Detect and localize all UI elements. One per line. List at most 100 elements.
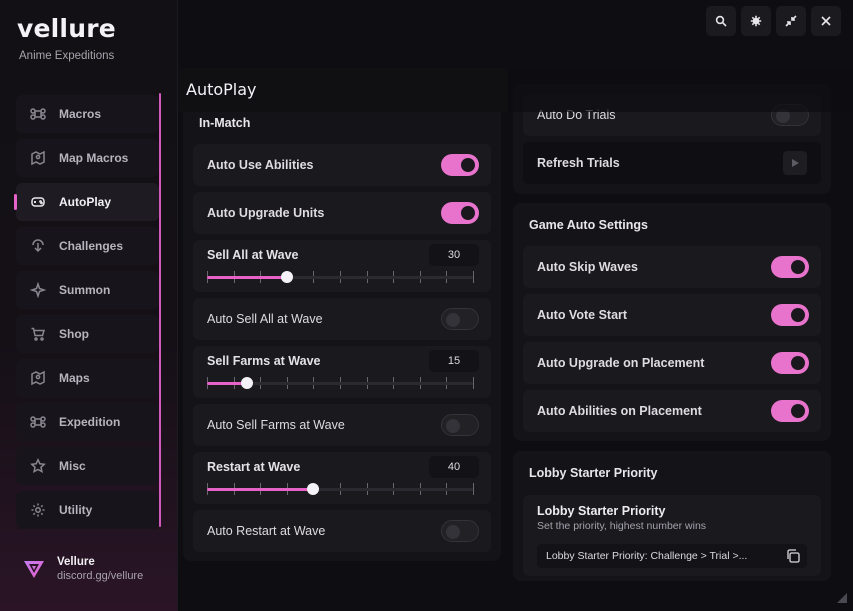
auto-abilities-on-placement-toggle[interactable] (771, 400, 809, 422)
auto-sell-all-at-wave-row[interactable]: Auto Sell All at Wave (193, 298, 491, 340)
slider-thumb[interactable] (240, 377, 253, 389)
restart-at-wave-slider[interactable] (207, 483, 473, 495)
auto-skip-waves-toggle[interactable] (771, 256, 809, 278)
restart-at-wave-row: Restart at Wave 40 (193, 452, 491, 504)
sidebar-item-expedition[interactable]: Expedition (16, 403, 159, 441)
toggle-knob (446, 525, 460, 539)
auto-sell-farms-at-wave-label: Auto Sell Farms at Wave (207, 418, 345, 432)
auto-upgrade-on-placement-row[interactable]: Auto Upgrade on Placement (523, 342, 821, 384)
sparkle-icon (29, 282, 46, 299)
sidebar-item-macros[interactable]: Macros (16, 95, 159, 133)
map-pin-icon (29, 150, 46, 167)
slider-fill (207, 276, 287, 279)
sidebar-item-autoplay[interactable]: AutoPlay (14, 183, 159, 221)
slider-thumb[interactable] (280, 271, 293, 283)
auto-vote-start-row[interactable]: Auto Vote Start (523, 294, 821, 336)
copy-icon[interactable] (785, 548, 801, 564)
sidebar-item-shop[interactable]: Shop (16, 315, 159, 353)
vellure-logo-icon (24, 561, 44, 578)
lobby-priority-title: Lobby Starter Priority (537, 504, 666, 518)
sell-farms-at-wave-slider[interactable] (207, 377, 473, 389)
sidebar-nav: Macros Map Macros AutoPlay Challenges Su… (14, 95, 159, 535)
toggle-knob (791, 404, 805, 418)
game-auto-settings-heading: Game Auto Settings (529, 218, 648, 232)
gamepad-icon (29, 194, 46, 211)
lobby-priority-card: Lobby Starter Priority Set the priority,… (523, 495, 821, 576)
slider-tick (473, 271, 474, 283)
toggle-knob (461, 158, 475, 172)
auto-skip-waves-label: Auto Skip Waves (537, 260, 638, 274)
sidebar-item-challenges[interactable]: Challenges (16, 227, 159, 265)
slider-fill (207, 488, 314, 491)
toggle-knob (791, 356, 805, 370)
sidebar-item-map-macros[interactable]: Map Macros (16, 139, 159, 177)
sidebar-item-summon[interactable]: Summon (16, 271, 159, 309)
sidebar-item-label: Map Macros (59, 151, 129, 165)
window-controls (706, 6, 841, 36)
restart-at-wave-value[interactable]: 40 (429, 456, 479, 478)
minimize-button[interactable] (776, 6, 806, 36)
auto-upgrade-units-toggle[interactable] (441, 202, 479, 224)
sidebar-item-label: Shop (59, 327, 89, 341)
auto-sell-all-at-wave-toggle[interactable] (441, 308, 479, 330)
auto-use-abilities-label: Auto Use Abilities (207, 158, 314, 172)
sell-farms-at-wave-value[interactable]: 15 (429, 350, 479, 372)
auto-skip-waves-row[interactable]: Auto Skip Waves (523, 246, 821, 288)
command-icon (29, 414, 46, 431)
game-auto-settings-panel: Game Auto Settings Auto Skip Waves Auto … (513, 203, 831, 441)
auto-sell-all-at-wave-label: Auto Sell All at Wave (207, 312, 323, 326)
refresh-trials-row[interactable]: Refresh Trials (523, 142, 821, 184)
gear-icon (750, 15, 762, 27)
sell-all-at-wave-value[interactable]: 30 (429, 244, 479, 266)
auto-upgrade-units-label: Auto Upgrade Units (207, 206, 325, 220)
sidebar-item-label: Utility (59, 503, 93, 517)
sell-farms-at-wave-row: Sell Farms at Wave 15 (193, 346, 491, 398)
cart-icon (29, 326, 46, 343)
auto-upgrade-on-placement-toggle[interactable] (771, 352, 809, 374)
auto-use-abilities-toggle[interactable] (441, 154, 479, 176)
sell-all-at-wave-slider[interactable] (207, 271, 473, 283)
search-button[interactable] (706, 6, 736, 36)
auto-abilities-on-placement-row[interactable]: Auto Abilities on Placement (523, 390, 821, 432)
close-icon (821, 16, 831, 26)
map-icon (29, 370, 46, 387)
auto-restart-at-wave-label: Auto Restart at Wave (207, 524, 326, 538)
sidebar-item-misc[interactable]: Misc (16, 447, 159, 485)
right-header-mask (508, 68, 853, 112)
sidebar-item-label: Challenges (59, 239, 124, 253)
app-subtitle: Anime Expeditions (19, 50, 115, 62)
auto-restart-at-wave-row[interactable]: Auto Restart at Wave (193, 510, 491, 552)
settings-button[interactable] (741, 6, 771, 36)
app-window: vellure Anime Expeditions Macros Map Mac… (0, 0, 853, 611)
star-icon (29, 458, 46, 475)
in-match-heading: In-Match (199, 116, 251, 130)
slider-tick (473, 377, 474, 389)
sidebar-item-label: Expedition (59, 415, 121, 429)
close-button[interactable] (811, 6, 841, 36)
auto-upgrade-units-row[interactable]: Auto Upgrade Units (193, 192, 491, 234)
slider-tick (473, 483, 474, 495)
toggle-knob (791, 260, 805, 274)
auto-vote-start-toggle[interactable] (771, 304, 809, 326)
auto-upgrade-on-placement-label: Auto Upgrade on Placement (537, 356, 705, 370)
auto-sell-farms-at-wave-toggle[interactable] (441, 414, 479, 436)
search-icon (715, 15, 727, 27)
sidebar-scrollbar[interactable] (159, 93, 161, 527)
sidebar-item-maps[interactable]: Maps (16, 359, 159, 397)
sidebar-item-utility[interactable]: Utility (16, 491, 159, 529)
restart-at-wave-label: Restart at Wave (207, 460, 301, 474)
auto-vote-start-label: Auto Vote Start (537, 308, 628, 322)
lobby-priority-input[interactable]: Lobby Starter Priority: Challenge > Tria… (537, 544, 807, 568)
user-name: Vellure (57, 556, 95, 568)
sidebar: vellure Anime Expeditions Macros Map Mac… (0, 0, 178, 611)
auto-use-abilities-row[interactable]: Auto Use Abilities (193, 144, 491, 186)
command-icon (29, 106, 46, 123)
collapse-icon (785, 15, 797, 27)
sidebar-item-label: Misc (59, 459, 86, 473)
toggle-knob (461, 206, 475, 220)
refresh-trials-button[interactable] (783, 151, 807, 175)
auto-sell-farms-at-wave-row[interactable]: Auto Sell Farms at Wave (193, 404, 491, 446)
sidebar-item-label: Maps (59, 371, 90, 385)
resize-grip-icon[interactable] (837, 593, 847, 603)
auto-restart-at-wave-toggle[interactable] (441, 520, 479, 542)
